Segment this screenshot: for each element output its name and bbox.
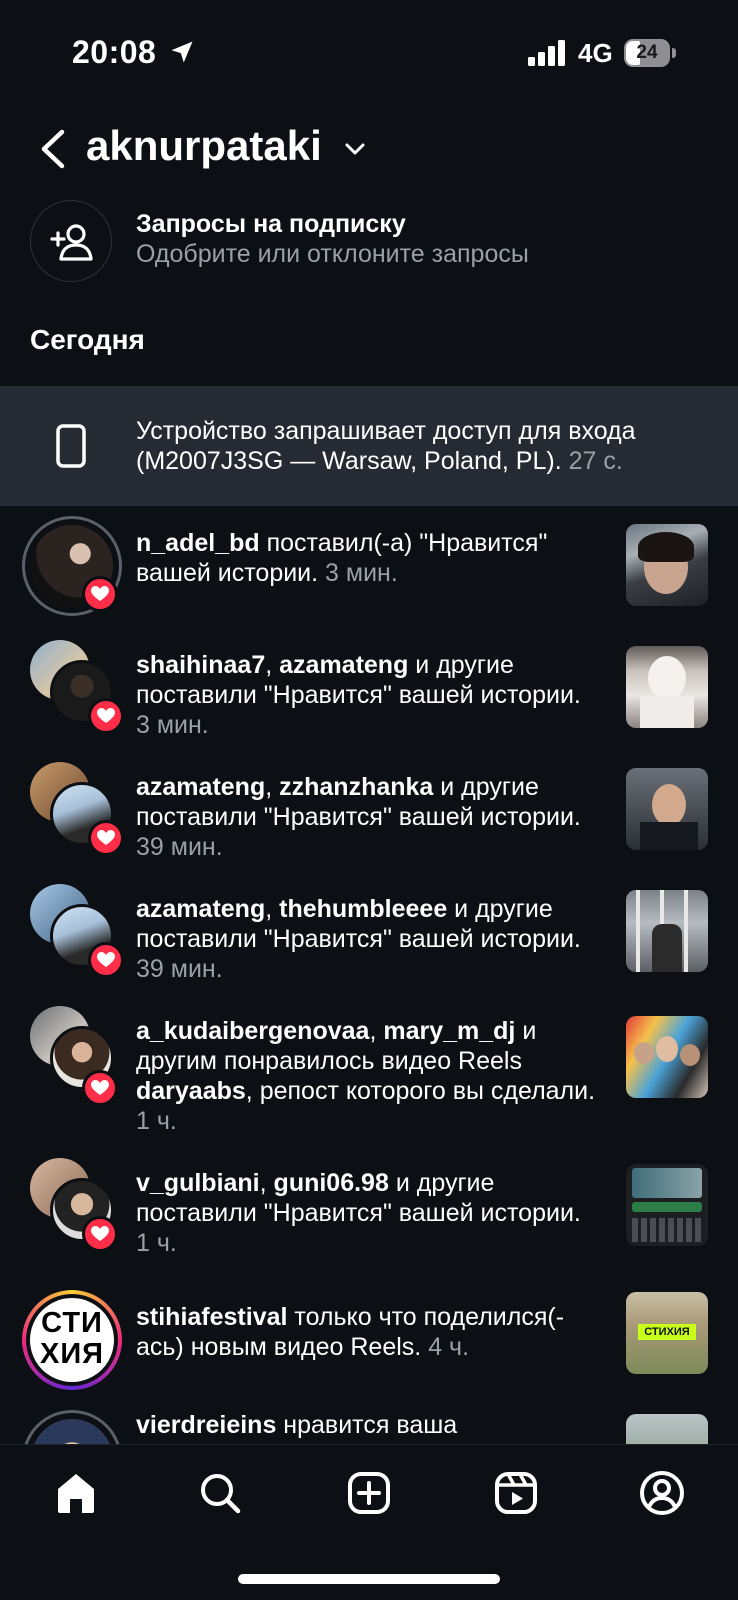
story-thumbnail[interactable]: [626, 768, 708, 850]
username[interactable]: stihiafestival: [136, 1303, 287, 1331]
username[interactable]: daryaabs: [136, 1077, 246, 1105]
username[interactable]: v_gulbiani: [136, 1169, 260, 1197]
story-thumbnail[interactable]: [626, 890, 708, 972]
signal-icon: [528, 40, 565, 66]
notification-text: shaihinaa7, azamateng и другие поставили…: [136, 650, 600, 740]
notification-text: a_kudaibergenovaa, mary_m_dj и другим по…: [136, 1016, 600, 1136]
username[interactable]: azamateng: [279, 651, 408, 679]
story-thumbnail[interactable]: [626, 1414, 708, 1444]
separator: ,: [369, 1017, 384, 1045]
notification-time: 1 ч.: [136, 1229, 177, 1257]
notification-text: stihiafestival только что поделился(-ась…: [136, 1302, 600, 1362]
reels-thumbnail[interactable]: СТИХИЯ: [626, 1292, 708, 1374]
avatar[interactable]: [22, 516, 122, 616]
notification-time: 1 ч.: [136, 1107, 177, 1135]
thumbnail-logo: СТИХИЯ: [638, 1324, 696, 1340]
device-login-message: Устройство запрашивает доступ для входа …: [136, 417, 636, 475]
network-type: 4G: [578, 38, 613, 68]
notification-text: v_gulbiani, guni06.98 и другие поставили…: [136, 1168, 600, 1258]
notification-action: нравится ваша: [276, 1411, 458, 1439]
add-person-icon: [50, 224, 93, 261]
heart-icon: [88, 942, 124, 978]
header: aknurpataki: [0, 118, 738, 180]
brand-logo: СТИ ХИЯ: [39, 1307, 105, 1370]
separator: ,: [265, 895, 280, 923]
avatar[interactable]: [22, 1156, 122, 1256]
avatar[interactable]: [22, 760, 124, 860]
notification-text: vierdreieins нравится ваша: [136, 1410, 600, 1440]
notification-action: , репост которого вы сделали.: [245, 1077, 596, 1105]
reels-thumbnail[interactable]: [626, 1016, 708, 1098]
home-indicator: [238, 1574, 500, 1584]
username[interactable]: zzhanzhanka: [279, 773, 433, 801]
search-icon[interactable]: [196, 1469, 244, 1517]
device-login-time: 27 с.: [568, 447, 623, 475]
notification-text: azamateng, thehumbleeee и другие постави…: [136, 894, 600, 984]
notification-item[interactable]: azamateng, thehumbleeee и другие постави…: [0, 882, 738, 992]
profile-icon[interactable]: [638, 1469, 686, 1517]
notification-text: n_adel_bd поставил(-а) "Нравится" вашей …: [136, 528, 600, 588]
status-bar: 20:08 4G 24: [0, 0, 738, 100]
status-time: 20:08: [72, 34, 157, 70]
avatar[interactable]: [22, 1410, 122, 1444]
notification-item[interactable]: a_kudaibergenovaa, mary_m_dj и другим по…: [0, 1004, 738, 1144]
username[interactable]: shaihinaa7: [136, 651, 265, 679]
avatar[interactable]: [22, 638, 124, 738]
separator: ,: [259, 1169, 274, 1197]
back-chevron-icon[interactable]: [36, 126, 70, 172]
story-thumbnail[interactable]: [626, 524, 708, 606]
heart-icon: [82, 1070, 118, 1106]
battery-icon: 24: [624, 39, 676, 67]
heart-icon: [88, 698, 124, 734]
heart-icon: [82, 576, 118, 612]
notification-time: 39 мин.: [136, 833, 223, 861]
notification-item[interactable]: v_gulbiani, guni06.98 и другие поставили…: [0, 1156, 738, 1266]
notification-time: 3 мин.: [136, 711, 209, 739]
story-thumbnail[interactable]: [626, 646, 708, 728]
story-thumbnail[interactable]: [626, 1164, 708, 1246]
create-icon[interactable]: [345, 1469, 393, 1517]
username[interactable]: azamateng: [136, 895, 265, 923]
notification-item[interactable]: n_adel_bd поставил(-а) "Нравится" вашей …: [0, 516, 738, 626]
battery-level: 24: [636, 42, 658, 63]
username[interactable]: a_kudaibergenovaa: [136, 1017, 369, 1045]
follow-requests-title: Запросы на подписку: [136, 210, 406, 238]
notification-time: 39 мин.: [136, 955, 223, 983]
follow-requests-subtitle: Одобрите или отклоните запросы: [136, 240, 529, 268]
notification-item[interactable]: shaihinaa7, azamateng и другие поставили…: [0, 638, 738, 748]
avatar[interactable]: СТИ ХИЯ: [22, 1290, 122, 1390]
chevron-down-icon[interactable]: [342, 136, 368, 162]
heart-icon: [82, 1216, 118, 1252]
username[interactable]: n_adel_bd: [136, 529, 260, 557]
avatar[interactable]: [22, 882, 124, 982]
notification-item[interactable]: azamateng, zzhanzhanka и другие поставил…: [0, 760, 738, 870]
follow-request-icon-circle: [30, 200, 112, 282]
follow-requests-row[interactable]: Запросы на подписку Одобрите или отклони…: [0, 198, 738, 286]
avatar[interactable]: [22, 1004, 122, 1106]
username[interactable]: vierdreieins: [136, 1411, 276, 1439]
username[interactable]: azamateng: [136, 773, 265, 801]
account-switcher[interactable]: aknurpataki: [86, 122, 322, 170]
notification-item[interactable]: vierdreieins нравится ваша: [0, 1410, 738, 1444]
phone-icon: [56, 424, 86, 468]
notification-item[interactable]: СТИ ХИЯ stihiafestival только что подели…: [0, 1290, 738, 1400]
separator: ,: [265, 773, 280, 801]
device-login-text: Устройство запрашивает доступ для входа …: [136, 416, 716, 476]
username[interactable]: mary_m_dj: [383, 1017, 515, 1045]
location-arrow-icon: [171, 41, 193, 63]
username[interactable]: thehumbleeee: [279, 895, 447, 923]
notification-time: 3 мин.: [325, 559, 398, 587]
notification-text: azamateng, zzhanzhanka и другие поставил…: [136, 772, 600, 862]
heart-icon: [88, 820, 124, 856]
username[interactable]: guni06.98: [274, 1169, 389, 1197]
home-icon[interactable]: [52, 1469, 100, 1517]
reels-icon[interactable]: [492, 1469, 540, 1517]
notification-time: 4 ч.: [428, 1333, 470, 1361]
section-today-title: Сегодня: [30, 324, 145, 355]
separator: ,: [265, 651, 280, 679]
device-login-banner[interactable]: Устройство запрашивает доступ для входа …: [0, 386, 738, 506]
